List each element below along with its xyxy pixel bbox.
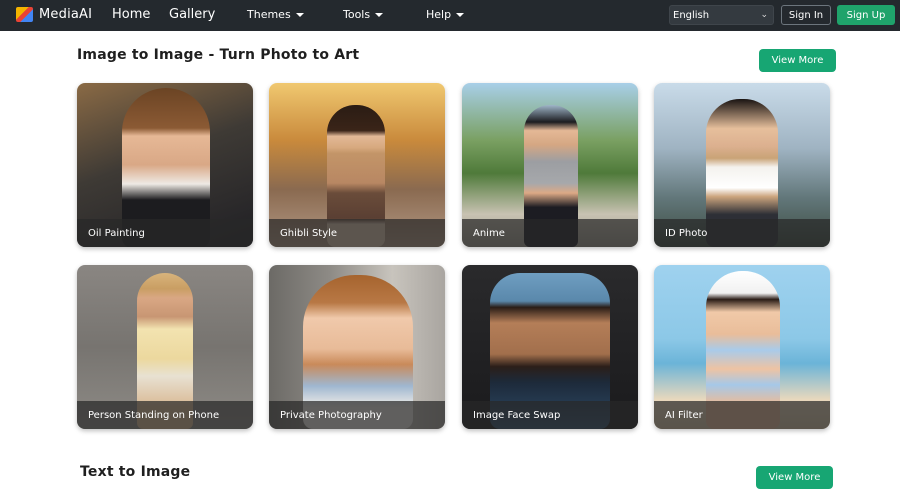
card-ghibli-style[interactable]: Ghibli Style [269,83,445,247]
card-caption: ID Photo [654,219,830,247]
card-caption: Ghibli Style [269,219,445,247]
language-select-value: English [673,9,710,21]
card-caption: AI Filter [654,401,830,429]
caret-down-icon [456,12,465,17]
card-caption: Private Photography [269,401,445,429]
nav-link-gallery[interactable]: Gallery [169,7,215,22]
card-caption: Oil Painting [77,219,253,247]
top-navbar: MediaAI Home Gallery Themes Tools Help E… [0,0,900,31]
section-title: Image to Image - Turn Photo to Art [77,47,360,63]
nav-dropdown-help[interactable]: Help [426,8,465,21]
card-id-photo[interactable]: ID Photo [654,83,830,247]
card-image-face-swap[interactable]: Image Face Swap [462,265,638,429]
brand[interactable]: MediaAI [16,7,92,22]
nav-dropdown-themes[interactable]: Themes [247,8,304,21]
language-select[interactable]: English ⌄ [669,5,774,25]
card-caption: Anime [462,219,638,247]
card-private-photography[interactable]: Private Photography [269,265,445,429]
sign-up-button[interactable]: Sign Up [837,5,895,25]
nav-dropdown-label: Help [426,8,452,21]
card-anime[interactable]: Anime [462,83,638,247]
caret-down-icon [375,12,384,17]
sign-in-button[interactable]: Sign In [781,5,831,25]
card-oil-painting[interactable]: Oil Painting [77,83,253,247]
card-caption: Person Standing on Phone [77,401,253,429]
card-caption: Image Face Swap [462,401,638,429]
nav-link-home[interactable]: Home [112,7,150,22]
view-more-button[interactable]: View More [756,466,833,489]
caret-down-icon [295,12,304,17]
card-ai-filter[interactable]: AI Filter [654,265,830,429]
nav-dropdown-label: Tools [343,8,371,21]
chevron-down-icon: ⌄ [760,10,768,20]
brand-name: MediaAI [39,7,93,22]
section-title: Text to Image [80,464,191,480]
view-more-button[interactable]: View More [759,49,836,72]
nav-dropdown-label: Themes [247,8,291,21]
mediaai-logo-icon [16,7,33,22]
nav-dropdown-tools[interactable]: Tools [343,8,384,21]
card-person-standing-on-phone[interactable]: Person Standing on Phone [77,265,253,429]
